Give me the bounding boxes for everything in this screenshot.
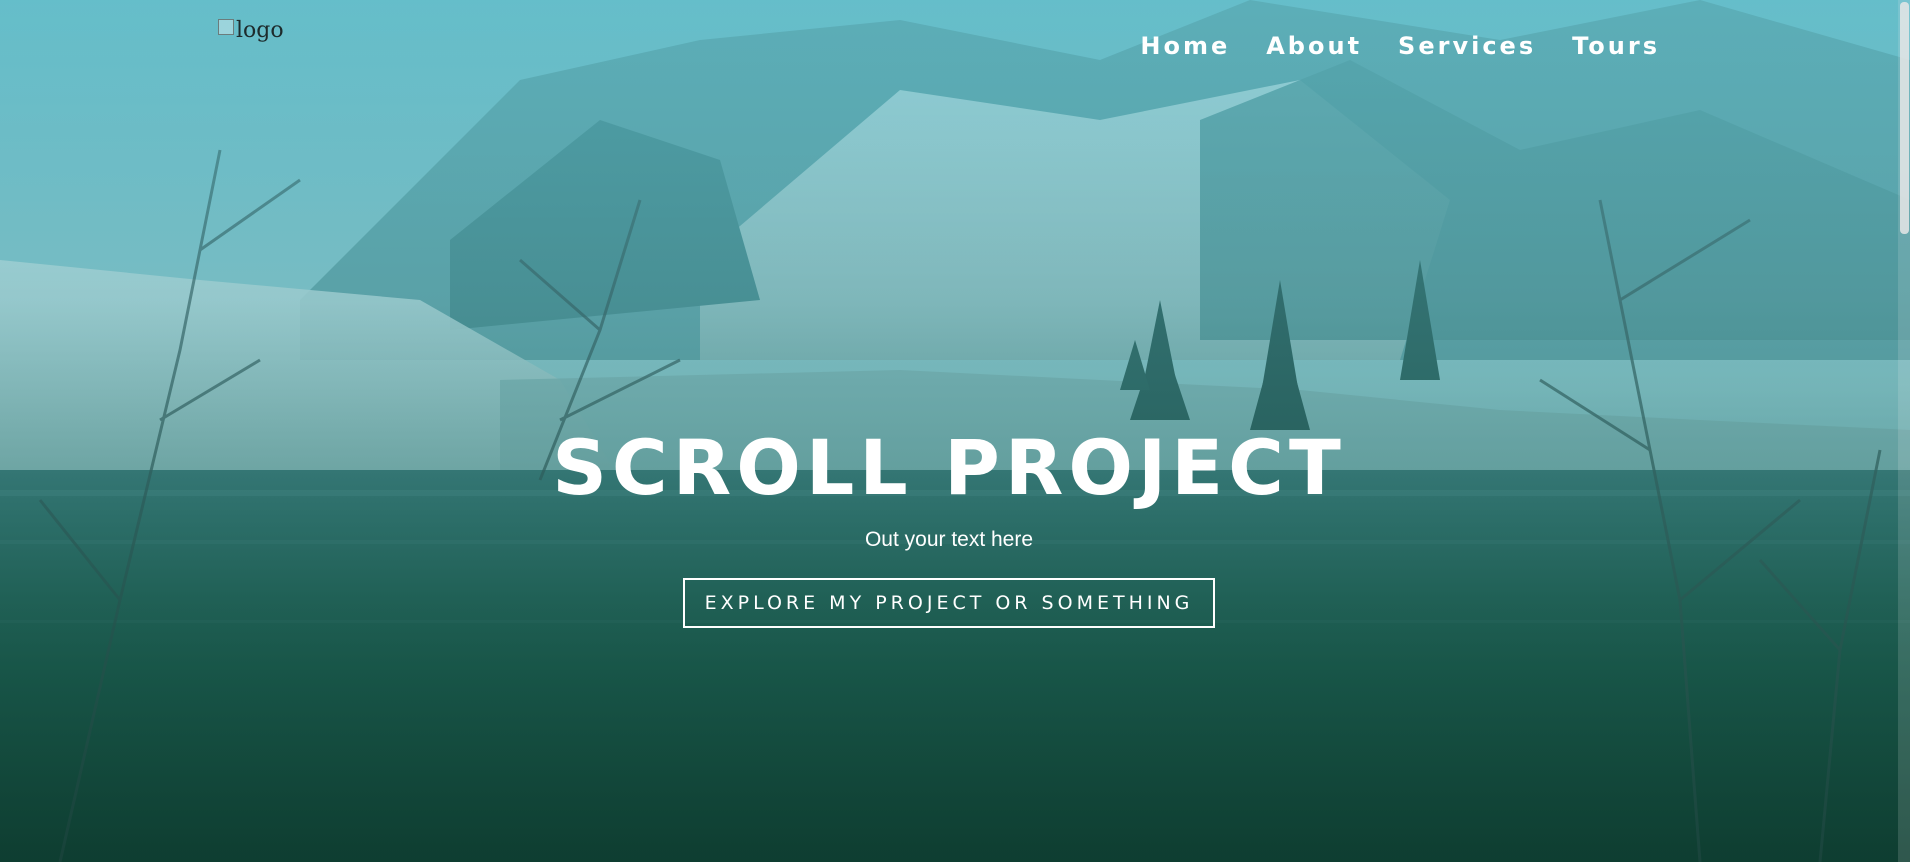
logo[interactable]: logo bbox=[218, 18, 284, 43]
nav-item-services[interactable]: Services bbox=[1398, 32, 1536, 60]
hero-subtitle: Out your text here bbox=[864, 528, 1034, 551]
broken-image-icon bbox=[218, 18, 234, 35]
nav-item-tours[interactable]: Tours bbox=[1572, 32, 1660, 60]
explore-button[interactable]: EXPLORE MY PROJECT OR SOMETHING bbox=[682, 578, 1216, 628]
logo-alt-text: logo bbox=[236, 18, 284, 43]
hero-title: SCROLL PROJECT bbox=[552, 423, 1346, 512]
page-scrollbar[interactable] bbox=[1898, 0, 1910, 862]
main-nav: Home About Services Tours bbox=[1140, 32, 1660, 60]
scrollbar-thumb[interactable] bbox=[1900, 2, 1909, 234]
hero-section: SCROLL PROJECT Out your text here EXPLOR… bbox=[0, 430, 1898, 628]
landing-page: logo Home About Services Tours SCROLL PR… bbox=[0, 0, 1910, 862]
nav-item-home[interactable]: Home bbox=[1140, 32, 1230, 60]
nav-item-about[interactable]: About bbox=[1266, 32, 1362, 60]
